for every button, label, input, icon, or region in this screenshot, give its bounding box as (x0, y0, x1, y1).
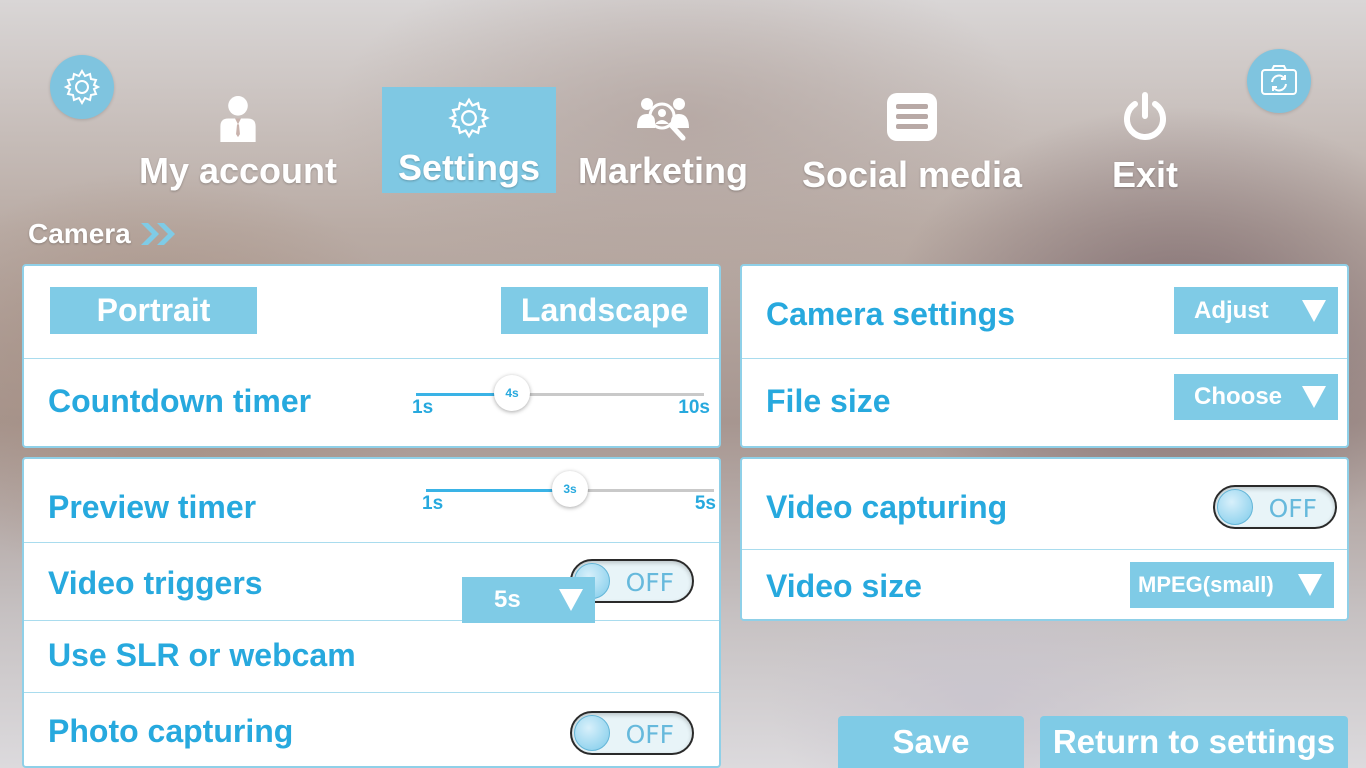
preview-row: Preview timer 3s 1s 5s (24, 459, 719, 542)
double-chevron-icon (140, 223, 175, 245)
nav-label: Social media (801, 154, 1023, 195)
camera-switch-icon (1261, 65, 1297, 95)
nav-marketing[interactable]: Marketing (568, 92, 758, 192)
slider-max-label: 5s (694, 493, 716, 514)
preview-label: Preview timer (48, 489, 257, 525)
return-to-settings-button[interactable]: Return to settings (1040, 716, 1348, 768)
toggle-state: OFF (625, 568, 674, 597)
slider-min-label: 1s (422, 493, 444, 514)
photo-capturing-toggle[interactable]: OFF (570, 711, 694, 755)
people-search-icon (637, 98, 689, 141)
countdown-label: Countdown timer (48, 383, 312, 419)
dropdown-value: Choose (1194, 383, 1283, 410)
nav-settings[interactable]: Settings (382, 87, 556, 193)
video-capturing-toggle[interactable]: OFF (1213, 485, 1337, 529)
slr-label: Use SLR or webcam (48, 637, 356, 673)
toggle-state: OFF (1268, 494, 1317, 523)
orientation-row: Portrait Landscape (24, 266, 719, 358)
dropdown-value: MPEG(small) (1138, 572, 1274, 597)
slider-fill (426, 489, 570, 492)
orientation-countdown-panel: Portrait Landscape Countdown timer 4s 1s… (22, 264, 721, 448)
toggle-state: OFF (625, 720, 674, 749)
countdown-row: Countdown timer 4s 1s 10s (24, 358, 719, 448)
nav-exit[interactable]: Exit (1090, 92, 1200, 196)
photo-capturing-row: Photo capturing OFF (24, 692, 719, 768)
capture-options-panel: Preview timer 3s 1s 5s Video triggers OF… (22, 457, 721, 768)
landscape-label: Landscape (520, 292, 689, 328)
file-size-dropdown[interactable]: Choose (1174, 374, 1338, 420)
landscape-button[interactable]: Landscape (501, 287, 708, 334)
video-settings-panel: Video capturing OFF Video size MPEG(smal… (740, 457, 1349, 621)
dropdown-value: 5s (494, 586, 521, 613)
portrait-button[interactable]: Portrait (50, 287, 257, 334)
video-size-row: Video size MPEG(small) (742, 549, 1347, 621)
chevron-down-icon (1302, 299, 1326, 322)
video-capturing-row: Video capturing OFF (742, 459, 1347, 549)
photo-capturing-label: Photo capturing (48, 713, 294, 749)
save-button[interactable]: Save (838, 716, 1024, 768)
nav-my-account[interactable]: My account (128, 92, 348, 192)
switch-camera-button[interactable] (1247, 49, 1311, 113)
return-label: Return to settings (1052, 723, 1336, 760)
file-size-label: File size (766, 383, 891, 419)
nav-label: Settings (397, 147, 540, 188)
video-size-dropdown[interactable]: MPEG(small) (1130, 562, 1334, 608)
nav-label: Exit (1111, 154, 1179, 195)
nav-label: My account (138, 150, 338, 191)
slider-thumb[interactable]: 3s (552, 471, 588, 507)
slider-max-label: 10s (678, 397, 710, 418)
portrait-label: Portrait (96, 292, 211, 328)
section-title-label: Camera (28, 218, 131, 249)
toggle-knob (574, 715, 610, 751)
section-title: Camera (28, 218, 179, 250)
power-icon (1124, 92, 1166, 140)
video-triggers-label: Video triggers (48, 565, 263, 601)
video-triggers-row: Video triggers OFF (24, 542, 719, 620)
slr-row: Use SLR or webcam (24, 620, 719, 692)
camera-settings-label: Camera settings (766, 296, 1015, 332)
video-trigger-delay-dropdown[interactable]: 5s (462, 577, 595, 623)
video-capturing-label: Video capturing (766, 489, 1008, 525)
nav-label: Marketing (577, 150, 749, 191)
gear-icon (448, 97, 490, 139)
slider-thumb[interactable]: 4s (494, 375, 530, 411)
file-size-row: File size Choose (742, 358, 1347, 448)
toggle-knob (1217, 489, 1253, 525)
dropdown-value: Adjust (1194, 296, 1269, 324)
chevron-down-icon (1298, 574, 1322, 596)
gear-icon (63, 69, 101, 105)
slider-min-label: 1s (412, 397, 434, 418)
nav-social-media[interactable]: Social media (792, 92, 1032, 196)
camera-settings-dropdown[interactable]: Adjust (1174, 287, 1338, 334)
settings-gear-button[interactable] (50, 55, 114, 119)
camera-settings-panel: Camera settings Adjust File size Choose (740, 264, 1349, 448)
menu-list-icon (887, 93, 937, 141)
camera-settings-row: Camera settings Adjust (742, 266, 1347, 358)
chevron-down-icon (1302, 386, 1326, 408)
video-size-label: Video size (766, 568, 922, 604)
user-icon (220, 95, 256, 142)
save-label: Save (892, 723, 970, 760)
chevron-down-icon (559, 589, 583, 611)
